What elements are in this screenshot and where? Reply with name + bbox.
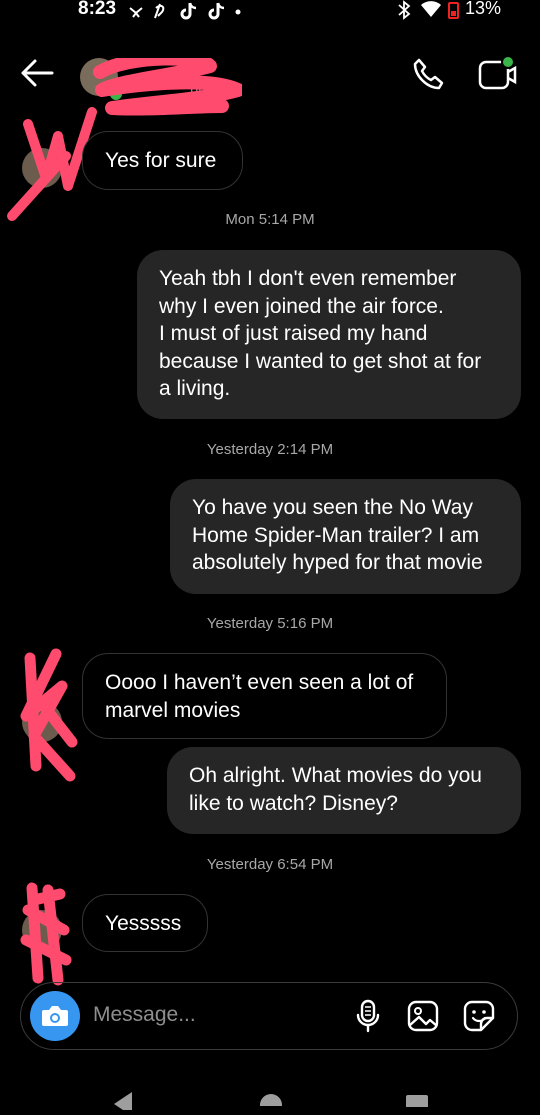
message-input[interactable]: [93, 1003, 333, 1027]
system-navigation-bar: [0, 1064, 540, 1115]
incoming-message[interactable]: Yes for sure: [82, 131, 243, 190]
battery-percent: 13%: [465, 0, 502, 18]
message-text: Yesssss: [105, 912, 182, 935]
status-time: 8:23: [78, 0, 117, 19]
redaction-scribble: [20, 880, 72, 993]
back-arrow-icon[interactable]: [20, 58, 54, 93]
outgoing-message[interactable]: Oh alright. What movies do you like to w…: [167, 747, 521, 834]
wifi-icon: [420, 0, 442, 23]
notification-icons: [128, 0, 243, 27]
chat-header: now: [0, 40, 540, 116]
message-timestamp: Yesterday 6:54 PM: [206, 856, 334, 873]
message-timestamp: Yesterday 5:16 PM: [206, 615, 334, 632]
message-text: Yes for sure: [105, 149, 217, 172]
status-bar: 8:23 13%: [0, 0, 540, 24]
redaction-scribble: [92, 51, 245, 123]
incoming-message[interactable]: Yesssss: [82, 894, 208, 952]
nav-home-icon[interactable]: [258, 1092, 284, 1115]
redaction-scribble: [14, 646, 84, 787]
phone-call-icon[interactable]: [410, 56, 446, 97]
outgoing-message[interactable]: Yo have you seen the No Way Home Spider-…: [170, 479, 521, 594]
nav-recents-icon[interactable]: [406, 1094, 428, 1115]
video-call-icon[interactable]: [476, 54, 518, 95]
camera-icon: [42, 1006, 68, 1026]
message-text: Yeah tbh I don't even remember why I eve…: [159, 267, 482, 400]
message-text: Yo have you seen the No Way Home Spider-…: [192, 496, 483, 574]
message-timestamp: Mon 5:14 PM: [225, 211, 315, 228]
outgoing-message[interactable]: Yeah tbh I don't even remember why I eve…: [137, 250, 521, 419]
message-text: Oh alright. What movies do you like to w…: [189, 764, 482, 815]
message-text: Oooo I haven’t even seen a lot of marvel…: [105, 671, 414, 722]
sticker-icon[interactable]: [463, 1000, 495, 1037]
incoming-message[interactable]: Oooo I haven’t even seen a lot of marvel…: [82, 653, 447, 739]
microphone-icon[interactable]: [355, 999, 381, 1038]
message-timestamp: Yesterday 2:14 PM: [206, 441, 334, 458]
nav-back-icon[interactable]: [110, 1090, 134, 1115]
bluetooth-icon: [396, 0, 412, 25]
message-composer: [20, 982, 518, 1050]
battery-icon: [448, 2, 459, 19]
gallery-icon[interactable]: [407, 1000, 439, 1037]
camera-button[interactable]: [30, 991, 80, 1041]
